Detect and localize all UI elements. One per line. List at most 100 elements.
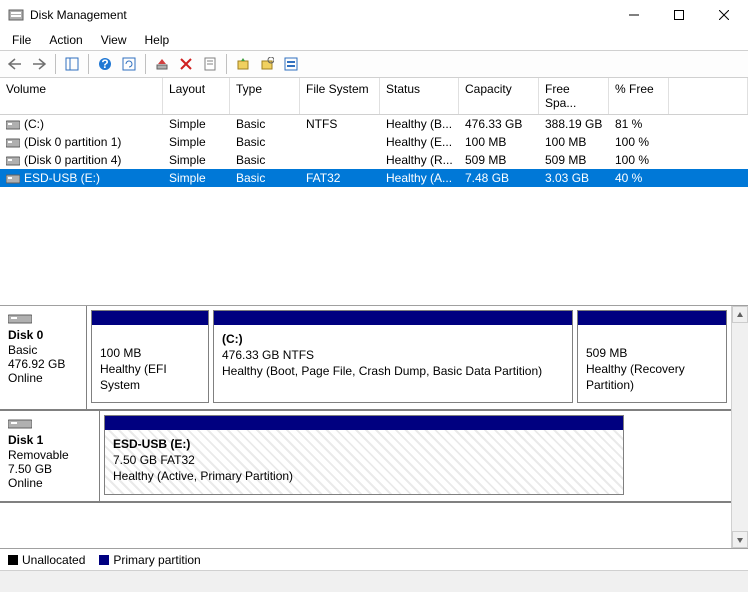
menu-file[interactable]: File bbox=[4, 31, 39, 49]
volume-name: (C:) bbox=[24, 117, 44, 131]
volume-row[interactable]: (C:)SimpleBasicNTFSHealthy (B...476.33 G… bbox=[0, 115, 748, 133]
delete-button[interactable] bbox=[175, 53, 197, 75]
col-pctfree[interactable]: % Free bbox=[609, 78, 669, 114]
partition-box[interactable]: (C:)476.33 GB NTFSHealthy (Boot, Page Fi… bbox=[213, 310, 573, 403]
disk-row: Disk 1Removable7.50 GBOnlineESD-USB (E:)… bbox=[0, 411, 731, 503]
partition-title: ESD-USB (E:) bbox=[113, 436, 615, 452]
close-button[interactable] bbox=[701, 1, 746, 29]
swatch-primary bbox=[99, 555, 109, 565]
disk-kind: Basic bbox=[8, 343, 78, 357]
partition-row: 100 MBHealthy (EFI System(C:)476.33 GB N… bbox=[87, 306, 731, 409]
scroll-down-button[interactable] bbox=[732, 531, 748, 548]
action-button-1[interactable] bbox=[232, 53, 254, 75]
settings-button[interactable] bbox=[280, 53, 302, 75]
col-capacity[interactable]: Capacity bbox=[459, 78, 539, 114]
forward-button[interactable] bbox=[28, 53, 50, 75]
show-hide-tree-button[interactable] bbox=[61, 53, 83, 75]
menu-help[interactable]: Help bbox=[137, 31, 178, 49]
disk-state: Online bbox=[8, 371, 78, 385]
disk-icon bbox=[8, 314, 32, 324]
disk-name: Disk 1 bbox=[8, 433, 91, 447]
disk-kind: Removable bbox=[8, 448, 91, 462]
svg-text:?: ? bbox=[101, 57, 108, 71]
scroll-up-button[interactable] bbox=[732, 306, 748, 323]
partition-status: Healthy (Boot, Page File, Crash Dump, Ba… bbox=[222, 363, 564, 379]
volume-type: Basic bbox=[230, 116, 300, 132]
drive-icon bbox=[6, 138, 20, 148]
partition-size: 509 MB bbox=[586, 345, 718, 361]
volume-capacity: 7.48 GB bbox=[459, 170, 539, 186]
col-status[interactable]: Status bbox=[380, 78, 459, 114]
volume-fs: FAT32 bbox=[300, 170, 380, 186]
legend-primary: Primary partition bbox=[99, 553, 200, 567]
col-layout[interactable]: Layout bbox=[163, 78, 230, 114]
disk-icon bbox=[8, 419, 32, 429]
partition-title: (C:) bbox=[222, 331, 564, 347]
disk-size: 7.50 GB bbox=[8, 462, 91, 476]
swatch-unallocated bbox=[8, 555, 18, 565]
eject-button[interactable] bbox=[151, 53, 173, 75]
legend: Unallocated Primary partition bbox=[0, 548, 748, 570]
volume-free: 3.03 GB bbox=[539, 170, 609, 186]
volume-type: Basic bbox=[230, 134, 300, 150]
minimize-button[interactable] bbox=[611, 1, 656, 29]
refresh-button[interactable] bbox=[118, 53, 140, 75]
col-freespace[interactable]: Free Spa... bbox=[539, 78, 609, 114]
partition-box[interactable]: 100 MBHealthy (EFI System bbox=[91, 310, 209, 403]
drive-icon bbox=[6, 174, 20, 184]
volume-capacity: 476.33 GB bbox=[459, 116, 539, 132]
properties-button[interactable] bbox=[199, 53, 221, 75]
maximize-button[interactable] bbox=[656, 1, 701, 29]
volume-row[interactable]: (Disk 0 partition 4) SimpleBasic Healthy (… bbox=[0, 151, 748, 169]
volume-pct: 100 % bbox=[609, 152, 669, 168]
volume-row[interactable]: (Disk 0 partition 1)SimpleBasicHealthy (… bbox=[0, 133, 748, 151]
disk-header[interactable]: Disk 0Basic476.92 GBOnline bbox=[0, 306, 87, 409]
volume-type: Basic bbox=[230, 170, 300, 186]
menu-view[interactable]: View bbox=[93, 31, 135, 49]
volume-name: (Disk 0 partition 1) bbox=[24, 135, 121, 149]
volume-layout: Simple bbox=[163, 116, 230, 132]
disk-name: Disk 0 bbox=[8, 328, 78, 342]
partition-box[interactable]: 509 MBHealthy (Recovery Partition) bbox=[577, 310, 727, 403]
volume-list: Volume Layout Type File System Status Ca… bbox=[0, 78, 748, 306]
volume-status: Healthy (A... bbox=[380, 170, 459, 186]
volume-pct: 40 % bbox=[609, 170, 669, 186]
disk-row: Disk 0Basic476.92 GBOnline100 MBHealthy … bbox=[0, 306, 731, 411]
col-spacer bbox=[669, 78, 748, 114]
volume-type: Basic bbox=[230, 152, 300, 168]
action-button-2[interactable] bbox=[256, 53, 278, 75]
volume-list-body[interactable]: (C:)SimpleBasicNTFSHealthy (B...476.33 G… bbox=[0, 115, 748, 305]
volume-list-header: Volume Layout Type File System Status Ca… bbox=[0, 78, 748, 115]
volume-row[interactable]: ESD-USB (E:)SimpleBasicFAT32Healthy (A..… bbox=[0, 169, 748, 187]
volume-status: Healthy (B... bbox=[380, 116, 459, 132]
title-bar: Disk Management bbox=[0, 0, 748, 30]
partition-stripe bbox=[105, 416, 623, 430]
partition-status: Healthy (Recovery Partition) bbox=[586, 361, 718, 393]
volume-free: 100 MB bbox=[539, 134, 609, 150]
volume-status: Healthy (R... bbox=[380, 152, 459, 168]
volume-status: Healthy (E... bbox=[380, 134, 459, 150]
window-title: Disk Management bbox=[30, 8, 611, 22]
volume-pct: 100 % bbox=[609, 134, 669, 150]
volume-name: (Disk 0 partition 4) bbox=[24, 153, 121, 167]
volume-layout: Simple bbox=[163, 152, 230, 168]
status-bar bbox=[0, 570, 748, 592]
vertical-scrollbar[interactable] bbox=[731, 306, 748, 548]
disk-map: Disk 0Basic476.92 GBOnline100 MBHealthy … bbox=[0, 306, 748, 548]
partition-box[interactable]: ESD-USB (E:)7.50 GB FAT32Healthy (Active… bbox=[104, 415, 624, 495]
back-button[interactable] bbox=[4, 53, 26, 75]
toolbar: ? bbox=[0, 50, 748, 78]
disk-map-body[interactable]: Disk 0Basic476.92 GBOnline100 MBHealthy … bbox=[0, 306, 731, 548]
col-type[interactable]: Type bbox=[230, 78, 300, 114]
col-filesystem[interactable]: File System bbox=[300, 78, 380, 114]
disk-state: Online bbox=[8, 476, 91, 490]
scroll-track[interactable] bbox=[732, 323, 748, 531]
partition-size: 100 MB bbox=[100, 345, 200, 361]
disk-header[interactable]: Disk 1Removable7.50 GBOnline bbox=[0, 411, 100, 501]
partition-stripe bbox=[92, 311, 208, 325]
col-volume[interactable]: Volume bbox=[0, 78, 163, 114]
help-button[interactable]: ? bbox=[94, 53, 116, 75]
disk-size: 476.92 GB bbox=[8, 357, 78, 371]
menu-bar: File Action View Help bbox=[0, 30, 748, 50]
menu-action[interactable]: Action bbox=[41, 31, 90, 49]
